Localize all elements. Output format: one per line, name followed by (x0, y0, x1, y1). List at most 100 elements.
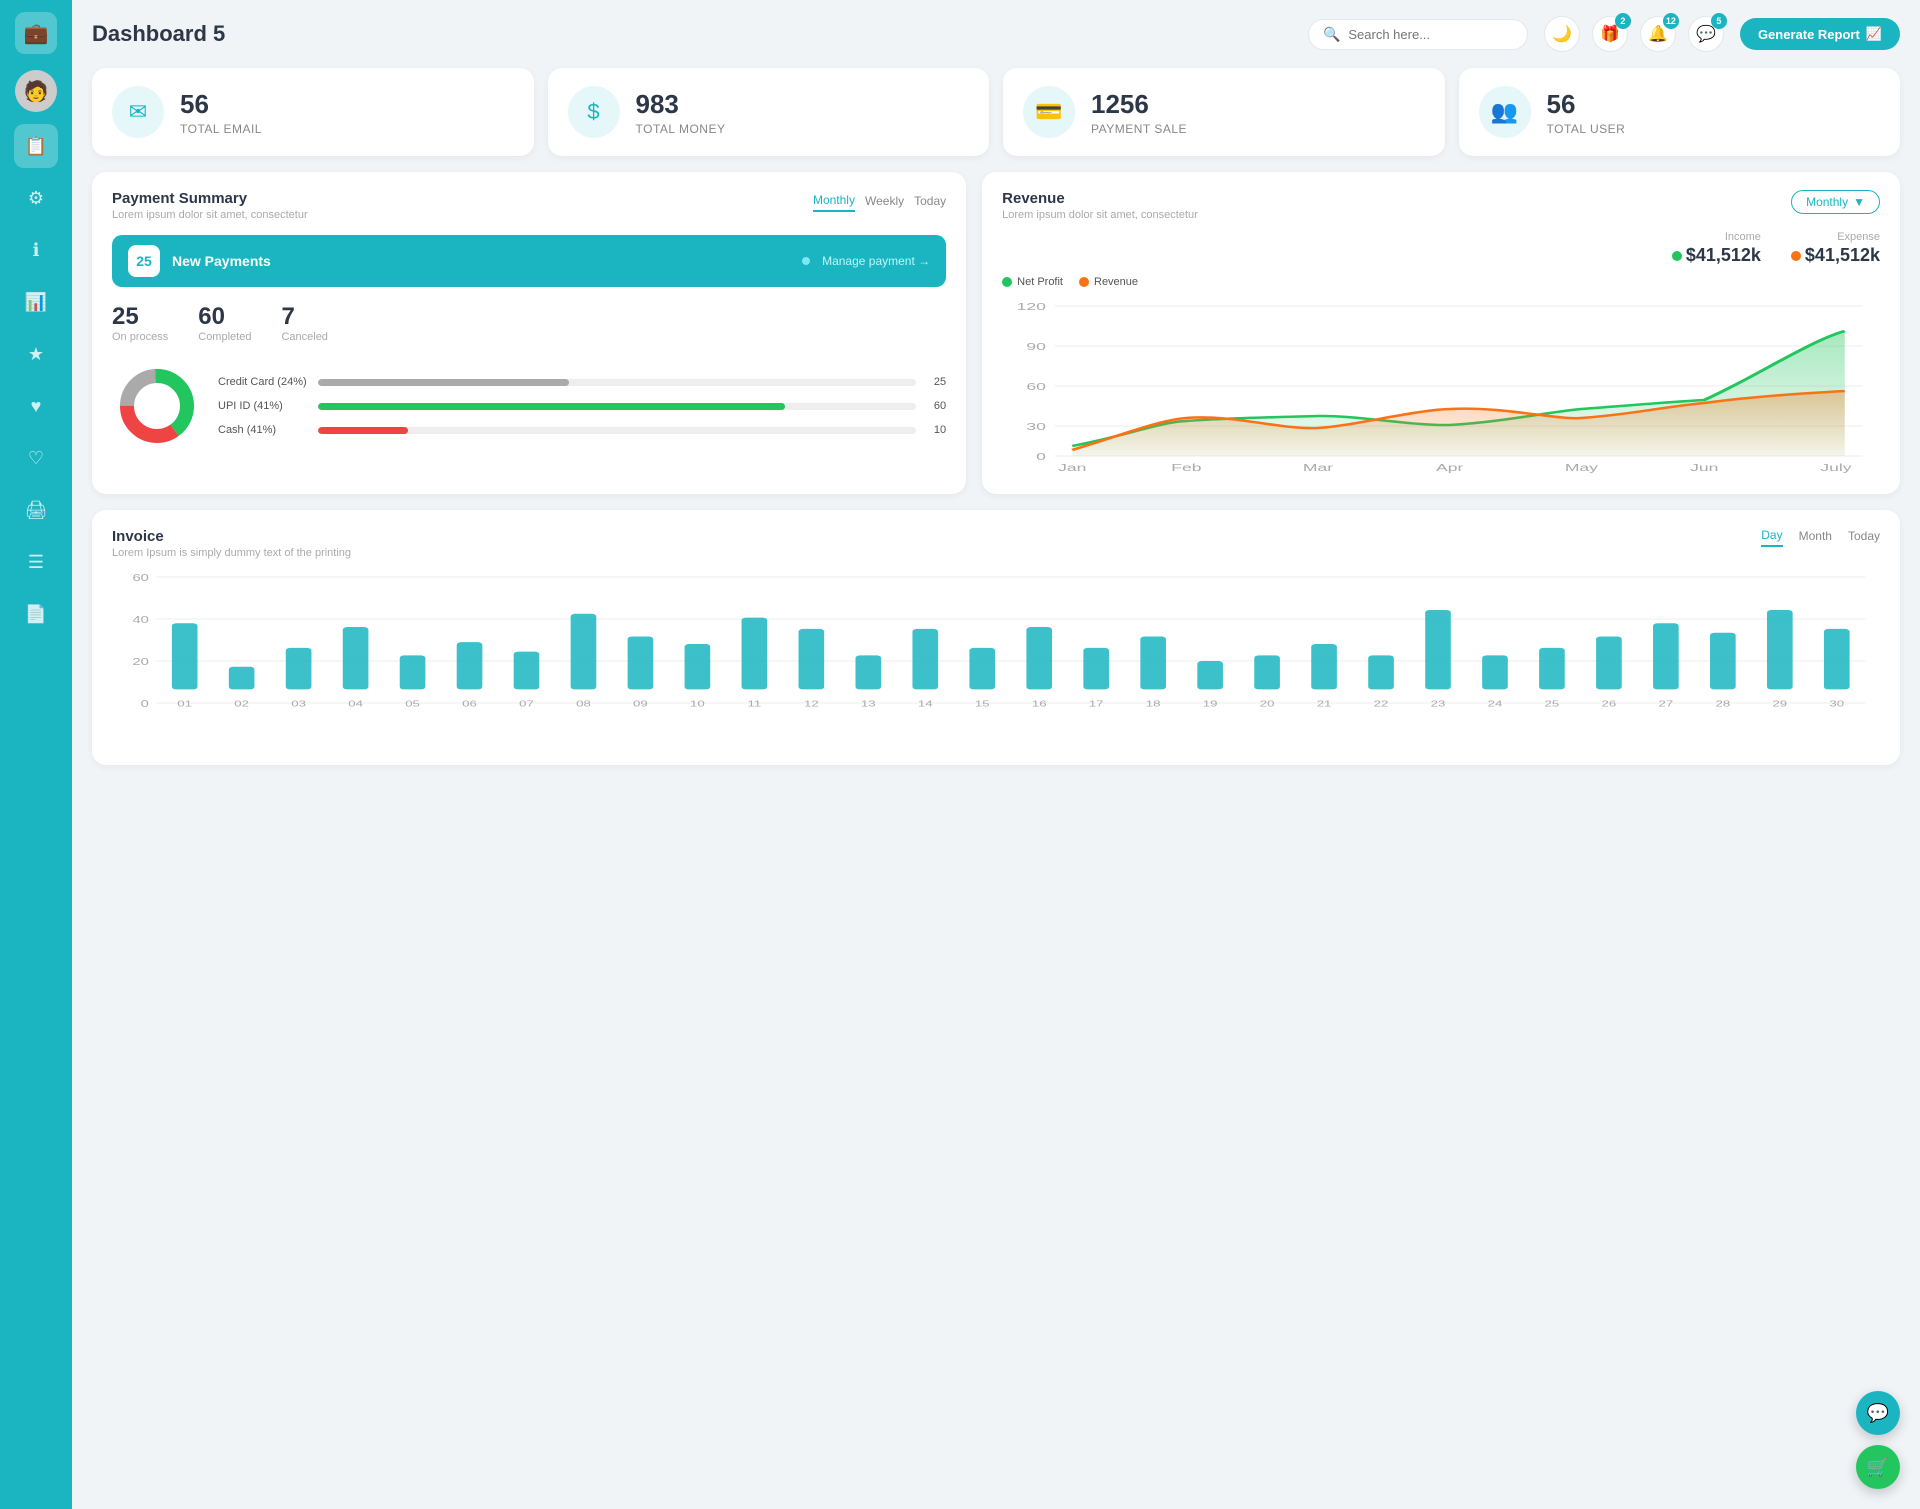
revenue-monthly-label: Monthly (1806, 195, 1848, 209)
progress-item-upi: UPI ID (41%) 60 (218, 400, 946, 412)
sidebar-item-saved[interactable]: ♡ (14, 436, 58, 480)
invoice-subtitle: Lorem Ipsum is simply dummy text of the … (112, 547, 351, 559)
svg-text:90: 90 (1027, 342, 1047, 353)
svg-text:04: 04 (348, 700, 363, 709)
search-box[interactable]: 🔍 (1308, 19, 1528, 50)
sidebar-item-analytics[interactable]: 📊 (14, 280, 58, 324)
bar-chart-icon: 📈 (1866, 26, 1882, 42)
sidebar-item-info[interactable]: ℹ (14, 228, 58, 272)
generate-report-button[interactable]: Generate Report 📈 (1740, 18, 1900, 50)
svg-text:30: 30 (1027, 422, 1047, 433)
progress-bar-cash-wrap (318, 427, 916, 434)
sidebar-logo: 💼 (15, 12, 57, 54)
invoice-tabs: Day Month Today (1761, 528, 1880, 547)
stat-card-payment: 💳 1256 PAYMENT SALE (1003, 68, 1445, 156)
legend-revenue: Revenue (1079, 276, 1138, 288)
invoice-tab-today[interactable]: Today (1848, 529, 1880, 546)
stat-card-email: ✉ 56 TOTAL EMAIL (92, 68, 534, 156)
svg-text:29: 29 (1772, 700, 1787, 709)
revenue-dot (1079, 277, 1089, 287)
stat-card-money: $ 983 TOTAL MONEY (548, 68, 990, 156)
net-profit-label: Net Profit (1017, 276, 1063, 288)
invoice-card: Invoice Lorem Ipsum is simply dummy text… (92, 510, 1900, 765)
revenue-header: Revenue Lorem ipsum dolor sit amet, cons… (1002, 190, 1880, 221)
manage-payment-link[interactable]: Manage payment → (822, 254, 930, 268)
invoice-tab-day[interactable]: Day (1761, 528, 1782, 547)
svg-text:Mar: Mar (1303, 463, 1333, 474)
svg-text:23: 23 (1431, 700, 1446, 709)
completed-label: Completed (198, 331, 251, 343)
sidebar-item-settings[interactable]: ⚙ (14, 176, 58, 220)
sidebar-avatar: 🧑 (15, 70, 57, 112)
payment-summary-subtitle: Lorem ipsum dolor sit amet, consectetur (112, 209, 308, 221)
income-amount: $41,512k (1686, 245, 1761, 266)
tab-weekly[interactable]: Weekly (865, 191, 904, 211)
email-number: 56 (180, 89, 262, 120)
sidebar-item-documents[interactable]: 📄 (14, 592, 58, 636)
np-dot-icon (802, 257, 810, 265)
svg-text:Jan: Jan (1058, 463, 1086, 474)
svg-text:Feb: Feb (1171, 463, 1201, 474)
sidebar-item-liked[interactable]: ♥ (14, 384, 58, 428)
svg-text:28: 28 (1715, 700, 1730, 709)
sidebar-item-dashboard[interactable]: 📋 (14, 124, 58, 168)
header: Dashboard 5 🔍 🌙 🎁 2 🔔 12 💬 5 Generate Re… (92, 16, 1900, 52)
sidebar-item-print[interactable]: 🖨 (14, 488, 58, 532)
tab-monthly[interactable]: Monthly (813, 190, 855, 212)
progress-item-cash: Cash (41%) 10 (218, 424, 946, 436)
generate-report-label: Generate Report (1758, 27, 1860, 42)
sidebar-item-favorites[interactable]: ★ (14, 332, 58, 376)
invoice-bar-chart: 60 40 20 0 01020304050607080910111213141… (112, 567, 1880, 747)
stat-on-process: 25 On process (112, 303, 168, 343)
gift-btn[interactable]: 🎁 2 (1592, 16, 1628, 52)
search-icon: 🔍 (1323, 26, 1340, 43)
svg-text:30: 30 (1829, 700, 1844, 709)
svg-text:10: 10 (690, 700, 705, 709)
payment-summary-header: Payment Summary Lorem ipsum dolor sit am… (112, 190, 946, 221)
svg-text:18: 18 (1146, 700, 1161, 709)
dark-mode-btn[interactable]: 🌙 (1544, 16, 1580, 52)
svg-text:14: 14 (918, 700, 933, 709)
progress-bar-upi-wrap (318, 403, 916, 410)
svg-text:06: 06 (462, 700, 477, 709)
revenue-monthly-btn[interactable]: Monthly ▼ (1791, 190, 1880, 214)
tab-today[interactable]: Today (914, 191, 946, 211)
svg-text:Jun: Jun (1690, 463, 1718, 474)
cart-button[interactable]: 🛒 (1856, 1445, 1900, 1489)
svg-text:July: July (1821, 463, 1853, 474)
payment-summary-card: Payment Summary Lorem ipsum dolor sit am… (92, 172, 966, 494)
chat-btn[interactable]: 💬 5 (1688, 16, 1724, 52)
invoice-title: Invoice (112, 528, 351, 545)
bell-badge: 12 (1663, 13, 1679, 29)
main-content: Dashboard 5 🔍 🌙 🎁 2 🔔 12 💬 5 Generate Re… (72, 0, 1920, 1509)
invoice-tab-month[interactable]: Month (1799, 529, 1832, 546)
legend-net-profit: Net Profit (1002, 276, 1063, 288)
progress-bar-cc (318, 379, 569, 386)
canceled-num: 7 (281, 303, 327, 331)
sidebar-item-menu[interactable]: ☰ (14, 540, 58, 584)
stat-completed: 60 Completed (198, 303, 251, 343)
stat-canceled: 7 Canceled (281, 303, 327, 343)
income-item: Income $41,512k (1672, 231, 1761, 266)
bell-btn[interactable]: 🔔 12 (1640, 16, 1676, 52)
payment-summary-title: Payment Summary (112, 190, 308, 207)
svg-text:21: 21 (1317, 700, 1332, 709)
header-icons: 🌙 🎁 2 🔔 12 💬 5 (1544, 16, 1724, 52)
progress-label-cash: Cash (41%) (218, 424, 308, 436)
search-input[interactable] (1348, 27, 1513, 42)
svg-text:25: 25 (1545, 700, 1560, 709)
email-label: TOTAL EMAIL (180, 122, 262, 136)
svg-text:27: 27 (1659, 700, 1674, 709)
area-chart: 120 90 60 30 0 (1002, 296, 1880, 476)
new-payments-count: 25 (128, 245, 160, 277)
income-icon (1672, 251, 1682, 261)
svg-text:15: 15 (975, 700, 990, 709)
progress-list: Credit Card (24%) 25 UPI ID (41%) 60 (218, 376, 946, 436)
middle-row: Payment Summary Lorem ipsum dolor sit am… (92, 172, 1900, 494)
svg-text:09: 09 (633, 700, 648, 709)
support-button[interactable]: 💬 (1856, 1391, 1900, 1435)
revenue-card: Revenue Lorem ipsum dolor sit amet, cons… (982, 172, 1900, 494)
on-process-num: 25 (112, 303, 168, 331)
expense-label: Expense (1837, 231, 1880, 243)
payment-stats: 25 On process 60 Completed 7 Canceled (112, 303, 946, 343)
